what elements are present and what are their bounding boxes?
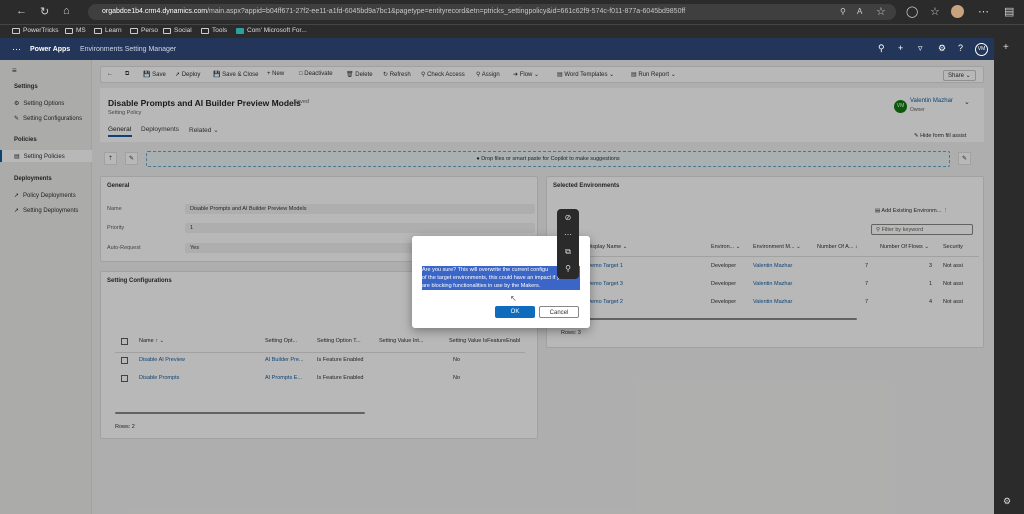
copy-icon[interactable]: ⧉ [557,243,579,260]
favorite-star-icon[interactable]: ☆ [876,5,886,18]
ok-button[interactable]: OK [495,306,535,318]
bookmarks-bar: PowerTricks MS Learn Perso Social Tools … [0,24,1024,38]
url-path: /main.aspx?appid=b04ff671-27f2-ee11-a1fd… [207,8,686,15]
bookmark-com-microsoft[interactable]: Com' Microsoft For... [236,27,307,34]
folder-icon [163,27,171,34]
bookmark-ms[interactable]: MS [65,27,86,34]
dialog-message-line3: are blocking functionalities in use by t… [422,283,541,289]
read-aloud-icon[interactable]: A [857,7,862,16]
settings-panel-icon[interactable]: ⚙ [1003,496,1011,507]
user-avatar[interactable]: VM [975,43,988,56]
bookmark-perso[interactable]: Perso [130,27,158,34]
extension-icon[interactable]: ◯ [906,5,918,18]
site-icon [236,27,244,34]
more-menu-icon[interactable]: ⋯ [978,5,989,18]
home-icon[interactable]: ⌂ [63,5,70,17]
selection-mini-toolbar: ⊘ ⋯ ⧉ ⚲ [557,209,579,279]
search-icon[interactable]: ⚲ [878,43,885,54]
cancel-button[interactable]: Cancel [539,306,579,318]
app-title[interactable]: Environments Setting Manager [80,46,176,53]
app-header: ⋯ Power Apps Environments Setting Manage… [0,38,994,60]
browser-side-panel: + ⚙ [994,38,1024,514]
address-bar[interactable]: orgabdce1b4.crm4.dynamics.com/main.aspx?… [88,4,896,20]
help-icon[interactable]: ? [958,43,963,53]
bookmark-tools[interactable]: Tools [201,27,227,34]
add-panel-icon[interactable]: + [1003,42,1009,53]
mouse-cursor-icon: ↖ [510,294,517,303]
browser-toolbar: ← ↻ ⌂ orgabdce1b4.crm4.dynamics.com/main… [0,0,1024,24]
folder-icon [94,27,102,34]
app-name[interactable]: Power Apps [30,46,70,53]
browser-chrome: ← ↻ ⌂ orgabdce1b4.crm4.dynamics.com/main… [0,0,1024,38]
bookmark-powertricks[interactable]: PowerTricks [12,27,59,34]
back-icon[interactable]: ← [16,5,27,17]
filter-icon[interactable]: ▿ [918,43,923,54]
zoom-icon[interactable]: ⚲ [840,7,846,16]
folder-icon [130,27,138,34]
folder-icon [12,27,20,34]
bookmark-learn[interactable]: Learn [94,27,122,34]
settings-icon[interactable]: ⚙ [938,43,946,54]
reload-icon[interactable]: ↻ [40,5,49,18]
search-icon[interactable]: ⚲ [557,260,579,277]
url-host: orgabdce1b4.crm4.dynamics.com [102,8,208,15]
favorites-icon[interactable]: ☆ [930,5,940,18]
bookmark-social[interactable]: Social [163,27,192,34]
folder-icon [65,27,73,34]
sidebar-toggle-icon[interactable]: ▤ [1004,5,1014,18]
more-icon[interactable]: ⋯ [557,226,579,243]
profile-avatar[interactable] [951,5,964,18]
folder-icon [201,27,209,34]
add-icon[interactable]: + [898,43,903,53]
hide-icon[interactable]: ⊘ [557,209,579,226]
waffle-icon[interactable]: ⋯ [12,44,21,55]
